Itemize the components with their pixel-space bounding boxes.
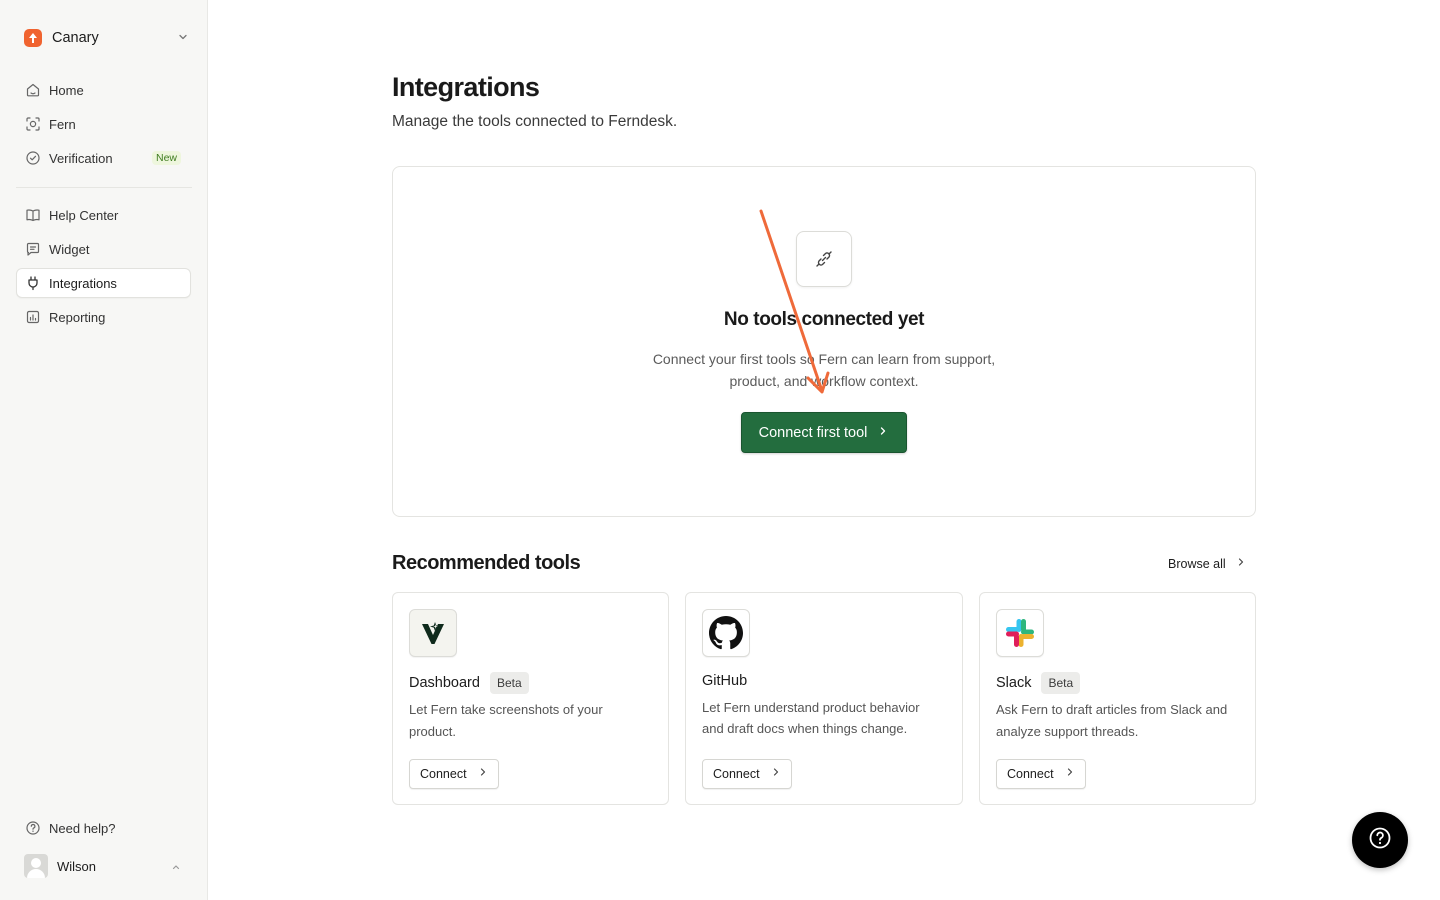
need-help-label: Need help? bbox=[49, 820, 116, 836]
sidebar: Canary Home Fern Verification New Help C… bbox=[0, 0, 208, 900]
tool-description: Let Fern take screenshots of your produc… bbox=[409, 702, 603, 739]
sidebar-item-label: Integrations bbox=[49, 275, 117, 291]
sidebar-item-label: Help Center bbox=[49, 207, 119, 223]
connect-first-tool-label: Connect first tool bbox=[758, 424, 868, 441]
sidebar-item-label: Fern bbox=[49, 116, 76, 132]
chevron-down-icon bbox=[176, 30, 190, 49]
chevron-right-icon bbox=[1235, 555, 1247, 573]
canary-logo-icon bbox=[24, 29, 42, 47]
tool-name-row: Slack Beta bbox=[996, 671, 1081, 695]
sidebar-item-label: Widget bbox=[49, 241, 90, 257]
connect-label: Connect bbox=[1007, 767, 1054, 781]
tool-description: Ask Fern to draft articles from Slack an… bbox=[996, 702, 1228, 739]
help-circle-icon bbox=[1368, 826, 1392, 855]
tool-name-row: GitHub bbox=[702, 669, 747, 693]
connect-label: Connect bbox=[713, 767, 760, 781]
sidebar-item-widget[interactable]: Widget bbox=[16, 234, 191, 264]
message-square-icon bbox=[24, 241, 41, 258]
new-badge: New bbox=[151, 151, 181, 165]
sidebar-item-home[interactable]: Home bbox=[16, 75, 191, 105]
help-circle-icon bbox=[24, 820, 41, 837]
browse-all-link[interactable]: Browse all bbox=[1160, 553, 1255, 575]
recommended-tools-title: Recommended tools bbox=[392, 552, 581, 574]
slack-logo-icon bbox=[996, 609, 1044, 657]
beta-badge: Beta bbox=[1041, 672, 1081, 694]
sidebar-item-label: Home bbox=[49, 82, 84, 98]
tool-name: Slack bbox=[996, 675, 1032, 691]
page-title: Integrations bbox=[392, 72, 540, 102]
chevron-up-icon bbox=[170, 860, 182, 878]
sidebar-item-integrations[interactable]: Integrations bbox=[16, 268, 191, 298]
sidebar-item-verification[interactable]: Verification New bbox=[16, 143, 191, 173]
user-name: Wilson bbox=[57, 858, 97, 874]
workspace-switcher[interactable]: Canary bbox=[16, 24, 192, 52]
tool-card-dashboard: Dashboard Beta Let Fern take screenshots… bbox=[392, 592, 669, 805]
report-icon bbox=[24, 309, 41, 326]
connect-dashboard-button[interactable]: Connect bbox=[409, 759, 499, 789]
user-menu[interactable]: Wilson bbox=[16, 852, 192, 880]
sidebar-item-label: Verification bbox=[49, 150, 113, 166]
sidebar-item-label: Reporting bbox=[49, 309, 106, 325]
chevron-right-icon bbox=[770, 765, 782, 783]
tool-name-row: Dashboard Beta bbox=[409, 671, 529, 695]
tool-card-github: GitHub Let Fern understand product behav… bbox=[685, 592, 963, 805]
help-chat-button[interactable] bbox=[1352, 812, 1408, 868]
need-help-link[interactable]: Need help? bbox=[16, 813, 191, 843]
sidebar-item-help-center[interactable]: Help Center bbox=[16, 200, 191, 230]
book-icon bbox=[24, 207, 41, 224]
connect-github-button[interactable]: Connect bbox=[702, 759, 792, 789]
primary-nav: Home Fern Verification New bbox=[16, 75, 191, 177]
tool-name: Dashboard bbox=[409, 675, 480, 691]
chevron-right-icon bbox=[1064, 765, 1076, 783]
chevron-right-icon bbox=[477, 765, 489, 783]
tool-name: GitHub bbox=[702, 673, 748, 689]
avatar bbox=[24, 854, 48, 878]
dashboard-logo-icon bbox=[409, 609, 457, 657]
home-icon bbox=[24, 82, 41, 99]
tool-description: Let Fern understand product behavior and… bbox=[702, 700, 920, 736]
page-subtitle: Manage the tools connected to Ferndesk. bbox=[392, 113, 678, 130]
empty-state-title: No tools connected yet bbox=[723, 309, 925, 330]
workspace-name: Canary bbox=[52, 30, 99, 46]
secondary-nav: Help Center Widget Integrations Reportin… bbox=[16, 200, 191, 336]
sidebar-item-fern[interactable]: Fern bbox=[16, 109, 191, 139]
check-circle-icon bbox=[24, 150, 41, 167]
link-icon bbox=[796, 231, 852, 287]
tool-card-slack: Slack Beta Ask Fern to draft articles fr… bbox=[979, 592, 1256, 805]
plug-icon bbox=[24, 275, 41, 292]
scan-face-icon bbox=[24, 116, 41, 133]
chevron-right-icon bbox=[877, 424, 889, 442]
empty-state-description: Connect your first tools so Fern can lea… bbox=[652, 351, 996, 389]
github-logo-icon bbox=[702, 609, 750, 657]
browse-all-label: Browse all bbox=[1168, 557, 1226, 571]
connect-first-tool-button[interactable]: Connect first tool bbox=[741, 412, 907, 453]
sidebar-item-reporting[interactable]: Reporting bbox=[16, 302, 191, 332]
empty-state-card: No tools connected yet Connect your firs… bbox=[392, 166, 1256, 517]
connect-label: Connect bbox=[420, 767, 467, 781]
connect-slack-button[interactable]: Connect bbox=[996, 759, 1086, 789]
sidebar-divider bbox=[16, 187, 192, 188]
beta-badge: Beta bbox=[489, 672, 529, 694]
